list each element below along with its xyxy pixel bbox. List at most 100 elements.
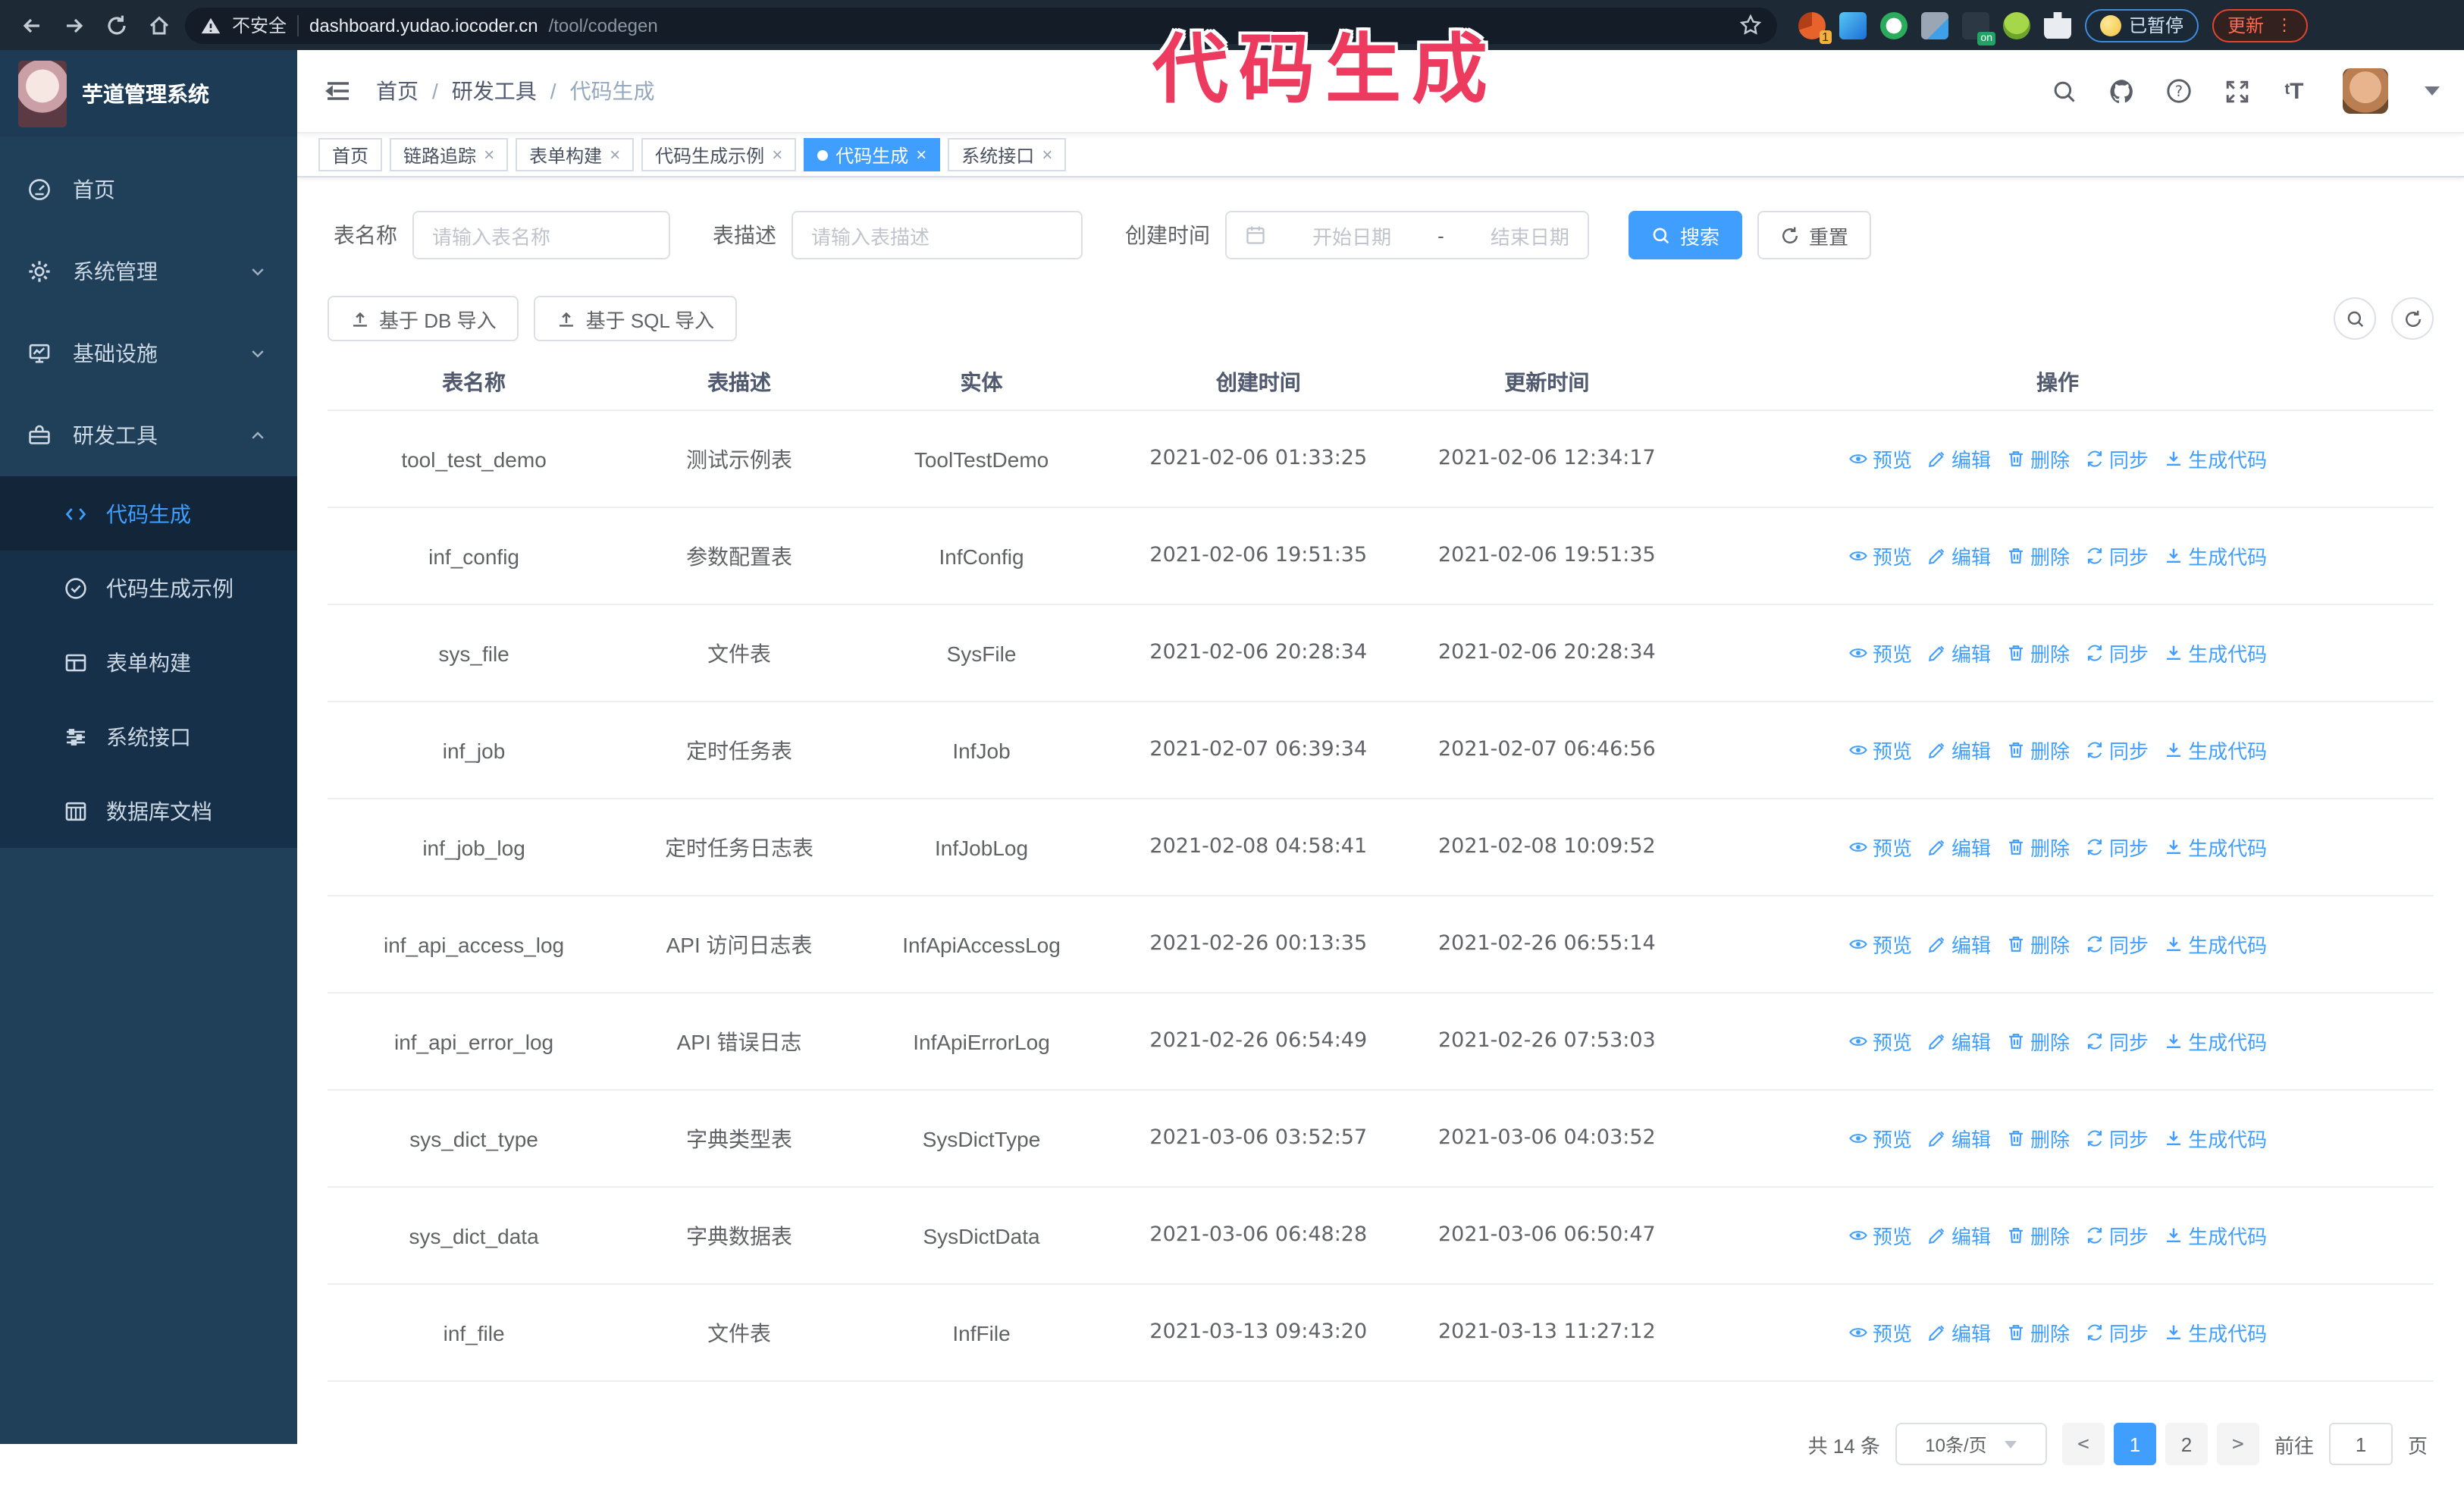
generate-code-link[interactable]: 生成代码: [2164, 930, 2267, 959]
breadcrumb-home[interactable]: 首页: [376, 76, 419, 106]
show-search-button[interactable]: [2334, 297, 2376, 340]
next-page-button[interactable]: >: [2216, 1423, 2259, 1465]
sync-link[interactable]: 同步: [2085, 1124, 2149, 1153]
generate-code-link[interactable]: 生成代码: [2164, 1027, 2267, 1056]
delete-link[interactable]: 删除: [2006, 444, 2070, 473]
generate-code-link[interactable]: 生成代码: [2164, 1124, 2267, 1153]
avatar[interactable]: [2343, 68, 2388, 114]
generate-code-link[interactable]: 生成代码: [2164, 1221, 2267, 1250]
generate-code-link[interactable]: 生成代码: [2164, 444, 2267, 473]
help-icon[interactable]: ?: [2164, 76, 2194, 106]
tab-system-api[interactable]: 系统接口 ×: [948, 138, 1067, 171]
preview-link[interactable]: 预览: [1848, 1124, 1912, 1153]
browser-back-icon[interactable]: [15, 8, 49, 42]
delete-link[interactable]: 删除: [2006, 930, 2070, 959]
kebab-menu-icon[interactable]: ⋮: [2276, 17, 2293, 33]
goto-page-input[interactable]: [2328, 1423, 2393, 1465]
extension-icon-puzzle[interactable]: [2044, 11, 2071, 39]
extension-icon-robot[interactable]: [2003, 11, 2030, 39]
edit-link[interactable]: 编辑: [1927, 1318, 1991, 1347]
delete-link[interactable]: 删除: [2006, 833, 2070, 862]
fullscreen-icon[interactable]: [2221, 76, 2252, 106]
delete-link[interactable]: 删除: [2006, 1027, 2070, 1056]
sync-link[interactable]: 同步: [2085, 444, 2149, 473]
extension-icon-gem[interactable]: [1839, 11, 1867, 39]
sidebar-item-db-doc[interactable]: 数据库文档: [0, 774, 297, 848]
date-range-picker[interactable]: 开始日期 - 结束日期: [1225, 211, 1589, 259]
edit-link[interactable]: 编辑: [1927, 639, 1991, 667]
sidebar-item-devtools[interactable]: 研发工具: [0, 394, 297, 476]
avatar-caret-icon[interactable]: [2425, 86, 2440, 96]
import-db-button[interactable]: 基于 DB 导入: [328, 296, 519, 341]
sidebar-item-codegen-example[interactable]: 代码生成示例: [0, 551, 297, 625]
browser-update-chip[interactable]: 更新 ⋮: [2212, 8, 2309, 42]
reset-button[interactable]: 重置: [1757, 211, 1872, 259]
close-icon[interactable]: ×: [484, 144, 494, 165]
edit-link[interactable]: 编辑: [1927, 1027, 1991, 1056]
close-icon[interactable]: ×: [916, 144, 926, 165]
delete-link[interactable]: 删除: [2006, 736, 2070, 764]
sync-link[interactable]: 同步: [2085, 833, 2149, 862]
preview-link[interactable]: 预览: [1848, 1027, 1912, 1056]
sync-link[interactable]: 同步: [2085, 541, 2149, 570]
edit-link[interactable]: 编辑: [1927, 833, 1991, 862]
sync-link[interactable]: 同步: [2085, 1318, 2149, 1347]
table-desc-input[interactable]: 请输入表描述: [792, 211, 1083, 259]
preview-link[interactable]: 预览: [1848, 444, 1912, 473]
page-size-select[interactable]: 10条/页: [1895, 1423, 2047, 1465]
import-sql-button[interactable]: 基于 SQL 导入: [534, 296, 738, 341]
sidebar-logo[interactable]: 芋道管理系统: [0, 50, 297, 137]
hamburger-icon[interactable]: [321, 74, 355, 108]
browser-reload-icon[interactable]: [100, 8, 133, 42]
extension-icon-orange[interactable]: 1: [1798, 11, 1832, 43]
close-icon[interactable]: ×: [610, 144, 620, 165]
refresh-table-button[interactable]: [2391, 297, 2434, 340]
browser-home-icon[interactable]: [143, 8, 176, 42]
delete-link[interactable]: 删除: [2006, 639, 2070, 667]
tab-form-builder[interactable]: 表单构建 ×: [516, 138, 635, 171]
preview-link[interactable]: 预览: [1848, 833, 1912, 862]
sync-link[interactable]: 同步: [2085, 1027, 2149, 1056]
edit-link[interactable]: 编辑: [1927, 444, 1991, 473]
preview-link[interactable]: 预览: [1848, 639, 1912, 667]
page-button-2[interactable]: 2: [2165, 1423, 2208, 1465]
sidebar-item-infra[interactable]: 基础设施: [0, 312, 297, 394]
sidebar-item-system[interactable]: 系统管理: [0, 231, 297, 312]
sidebar-item-system-api[interactable]: 系统接口: [0, 699, 297, 774]
sync-link[interactable]: 同步: [2085, 639, 2149, 667]
edit-link[interactable]: 编辑: [1927, 1221, 1991, 1250]
preview-link[interactable]: 预览: [1848, 930, 1912, 959]
sidebar-item-home[interactable]: 首页: [0, 149, 297, 231]
browser-forward-icon[interactable]: [58, 8, 91, 42]
sync-link[interactable]: 同步: [2085, 930, 2149, 959]
generate-code-link[interactable]: 生成代码: [2164, 1318, 2267, 1347]
extension-icon-dark[interactable]: on: [1962, 11, 1995, 45]
generate-code-link[interactable]: 生成代码: [2164, 736, 2267, 764]
sync-link[interactable]: 同步: [2085, 1221, 2149, 1250]
github-icon[interactable]: [2106, 76, 2136, 106]
search-icon[interactable]: [2049, 76, 2079, 106]
preview-link[interactable]: 预览: [1848, 541, 1912, 570]
close-icon[interactable]: ×: [1042, 144, 1052, 165]
sidebar-item-form-builder[interactable]: 表单构建: [0, 625, 297, 699]
generate-code-link[interactable]: 生成代码: [2164, 833, 2267, 862]
edit-link[interactable]: 编辑: [1927, 736, 1991, 764]
delete-link[interactable]: 删除: [2006, 1124, 2070, 1153]
delete-link[interactable]: 删除: [2006, 541, 2070, 570]
edit-link[interactable]: 编辑: [1927, 930, 1991, 959]
tab-home[interactable]: 首页: [318, 138, 383, 171]
page-button-1[interactable]: 1: [2113, 1423, 2156, 1465]
bookmark-star-icon[interactable]: [1739, 14, 1762, 36]
generate-code-link[interactable]: 生成代码: [2164, 639, 2267, 667]
extension-icon-green-check[interactable]: [1880, 11, 1908, 39]
extension-icon-grid[interactable]: [1921, 11, 1948, 39]
close-icon[interactable]: ×: [772, 144, 782, 165]
edit-link[interactable]: 编辑: [1927, 541, 1991, 570]
breadcrumb-devtools[interactable]: 研发工具: [452, 76, 537, 106]
tab-tracing[interactable]: 链路追踪 ×: [390, 138, 509, 171]
paused-extension-chip[interactable]: 已暂停: [2085, 8, 2199, 42]
delete-link[interactable]: 删除: [2006, 1318, 2070, 1347]
preview-link[interactable]: 预览: [1848, 1318, 1912, 1347]
url-bar[interactable]: 不安全 dashboard.yudao.iocoder.cn/tool/code…: [185, 7, 1777, 43]
tab-codegen-example[interactable]: 代码生成示例 ×: [641, 138, 797, 171]
